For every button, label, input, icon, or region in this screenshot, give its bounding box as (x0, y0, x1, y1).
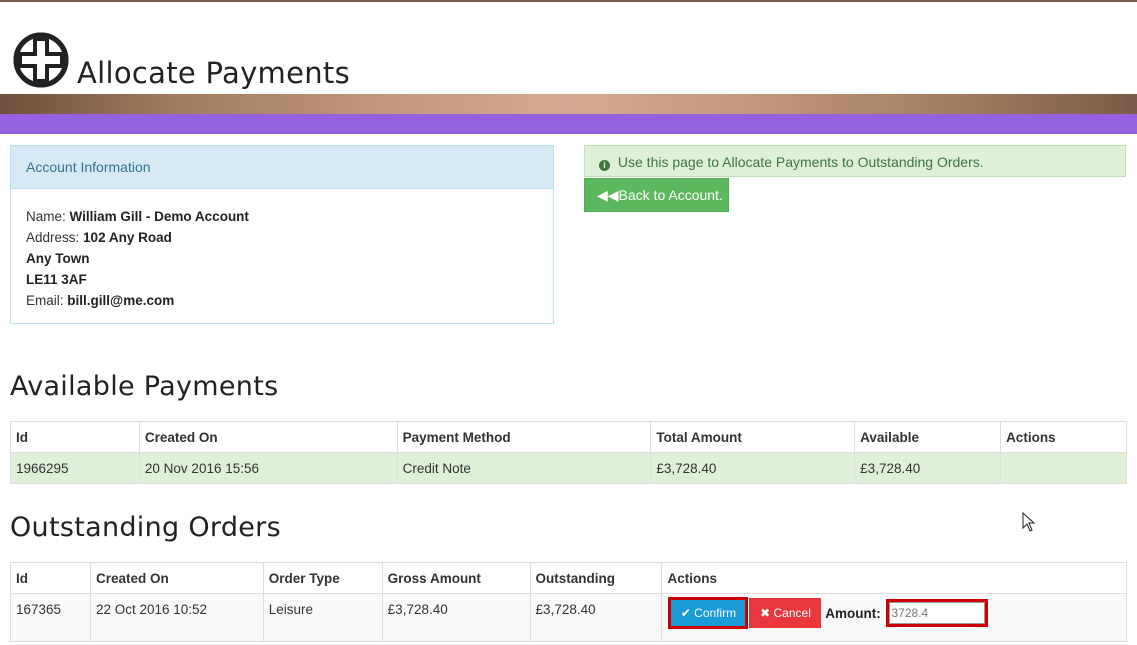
column-header: Available (854, 421, 1002, 453)
check-icon: ✔ (680, 606, 691, 620)
email-value: bill.gill@me.com (67, 293, 175, 308)
column-header: Actions (1000, 421, 1127, 453)
page-title: Allocate Payments (77, 56, 351, 90)
payment-id-cell: 1966295 (10, 452, 140, 484)
info-alert: i Use this page to Allocate Payments to … (584, 145, 1126, 177)
available-payments-title: Available Payments (10, 371, 279, 402)
table-row: 167365 22 Oct 2016 10:52 Leisure £3,728.… (10, 593, 1127, 642)
account-name-row: Name: William Gill - Demo Account (26, 206, 538, 227)
cancel-label: Cancel (773, 606, 811, 620)
header-banner (0, 94, 1137, 114)
address-label: Address: (26, 230, 80, 245)
back-button-label: Back to Account. (618, 187, 723, 203)
account-address-row: Address: 102 Any Road (26, 227, 538, 248)
account-info-panel: Account Information Name: William Gill -… (10, 145, 554, 324)
double-chevron-left-icon: ◀◀ (597, 187, 619, 203)
account-info-heading: Account Information (11, 146, 553, 189)
payment-actions-cell (1000, 452, 1127, 484)
column-header: Id (10, 421, 140, 453)
column-header: Created On (89, 562, 264, 594)
order-type-cell: Leisure (262, 593, 383, 642)
order-outstanding-cell: £3,728.40 (529, 593, 663, 642)
outstanding-orders-title: Outstanding Orders (10, 512, 281, 543)
outstanding-orders-table: Id Created On Order Type Gross Amount Ou… (10, 562, 1127, 642)
address-line3: LE11 3AF (26, 272, 87, 287)
column-header: Outstanding (529, 562, 663, 594)
table-header-row: Id Created On Payment Method Total Amoun… (10, 421, 1127, 453)
available-payments-table: Id Created On Payment Method Total Amoun… (10, 421, 1127, 484)
column-header: Created On (138, 421, 398, 453)
nav-bar (0, 114, 1137, 134)
column-header: Gross Amount (381, 562, 531, 594)
order-id-cell: 167365 (10, 593, 91, 642)
column-header: Actions (661, 562, 1127, 594)
amount-input[interactable] (885, 599, 988, 627)
order-created-cell: 22 Oct 2016 10:52 (89, 593, 264, 642)
table-header-row: Id Created On Order Type Gross Amount Ou… (10, 562, 1127, 594)
confirm-label: Confirm (694, 606, 737, 620)
close-circle-icon: ✖ (760, 606, 771, 620)
address-line1: 102 Any Road (83, 230, 172, 245)
payment-created-cell: 20 Nov 2016 15:56 (138, 452, 398, 484)
email-label: Email: (26, 293, 64, 308)
mouse-cursor-icon (1022, 512, 1036, 532)
column-header: Total Amount (650, 421, 856, 453)
back-to-account-button[interactable]: ◀◀Back to Account. (584, 178, 729, 212)
info-icon: i (599, 160, 610, 171)
address-line2: Any Town (26, 251, 90, 266)
column-header: Payment Method (396, 421, 652, 453)
confirm-button[interactable]: ✔ Confirm (668, 597, 749, 629)
top-border (0, 0, 1137, 2)
order-gross-cell: £3,728.40 (381, 593, 531, 642)
column-header: Id (10, 562, 91, 594)
amount-label: Amount: (825, 605, 881, 621)
account-email-row: Email: bill.gill@me.com (26, 290, 538, 311)
payment-method-cell: Credit Note (396, 452, 652, 484)
name-label: Name: (26, 209, 66, 224)
info-alert-text: Use this page to Allocate Payments to Ou… (617, 154, 984, 170)
order-actions-cell: ✔ Confirm ✖ Cancel Amount: (661, 593, 1127, 642)
cancel-button[interactable]: ✖ Cancel (749, 598, 822, 628)
table-row: 1966295 20 Nov 2016 15:56 Credit Note £3… (10, 452, 1127, 484)
name-value: William Gill - Demo Account (69, 209, 249, 224)
column-header: Order Type (262, 562, 383, 594)
payment-available-cell: £3,728.40 (854, 452, 1002, 484)
crosshair-logo-icon (13, 32, 69, 88)
payment-total-cell: £3,728.40 (650, 452, 856, 484)
